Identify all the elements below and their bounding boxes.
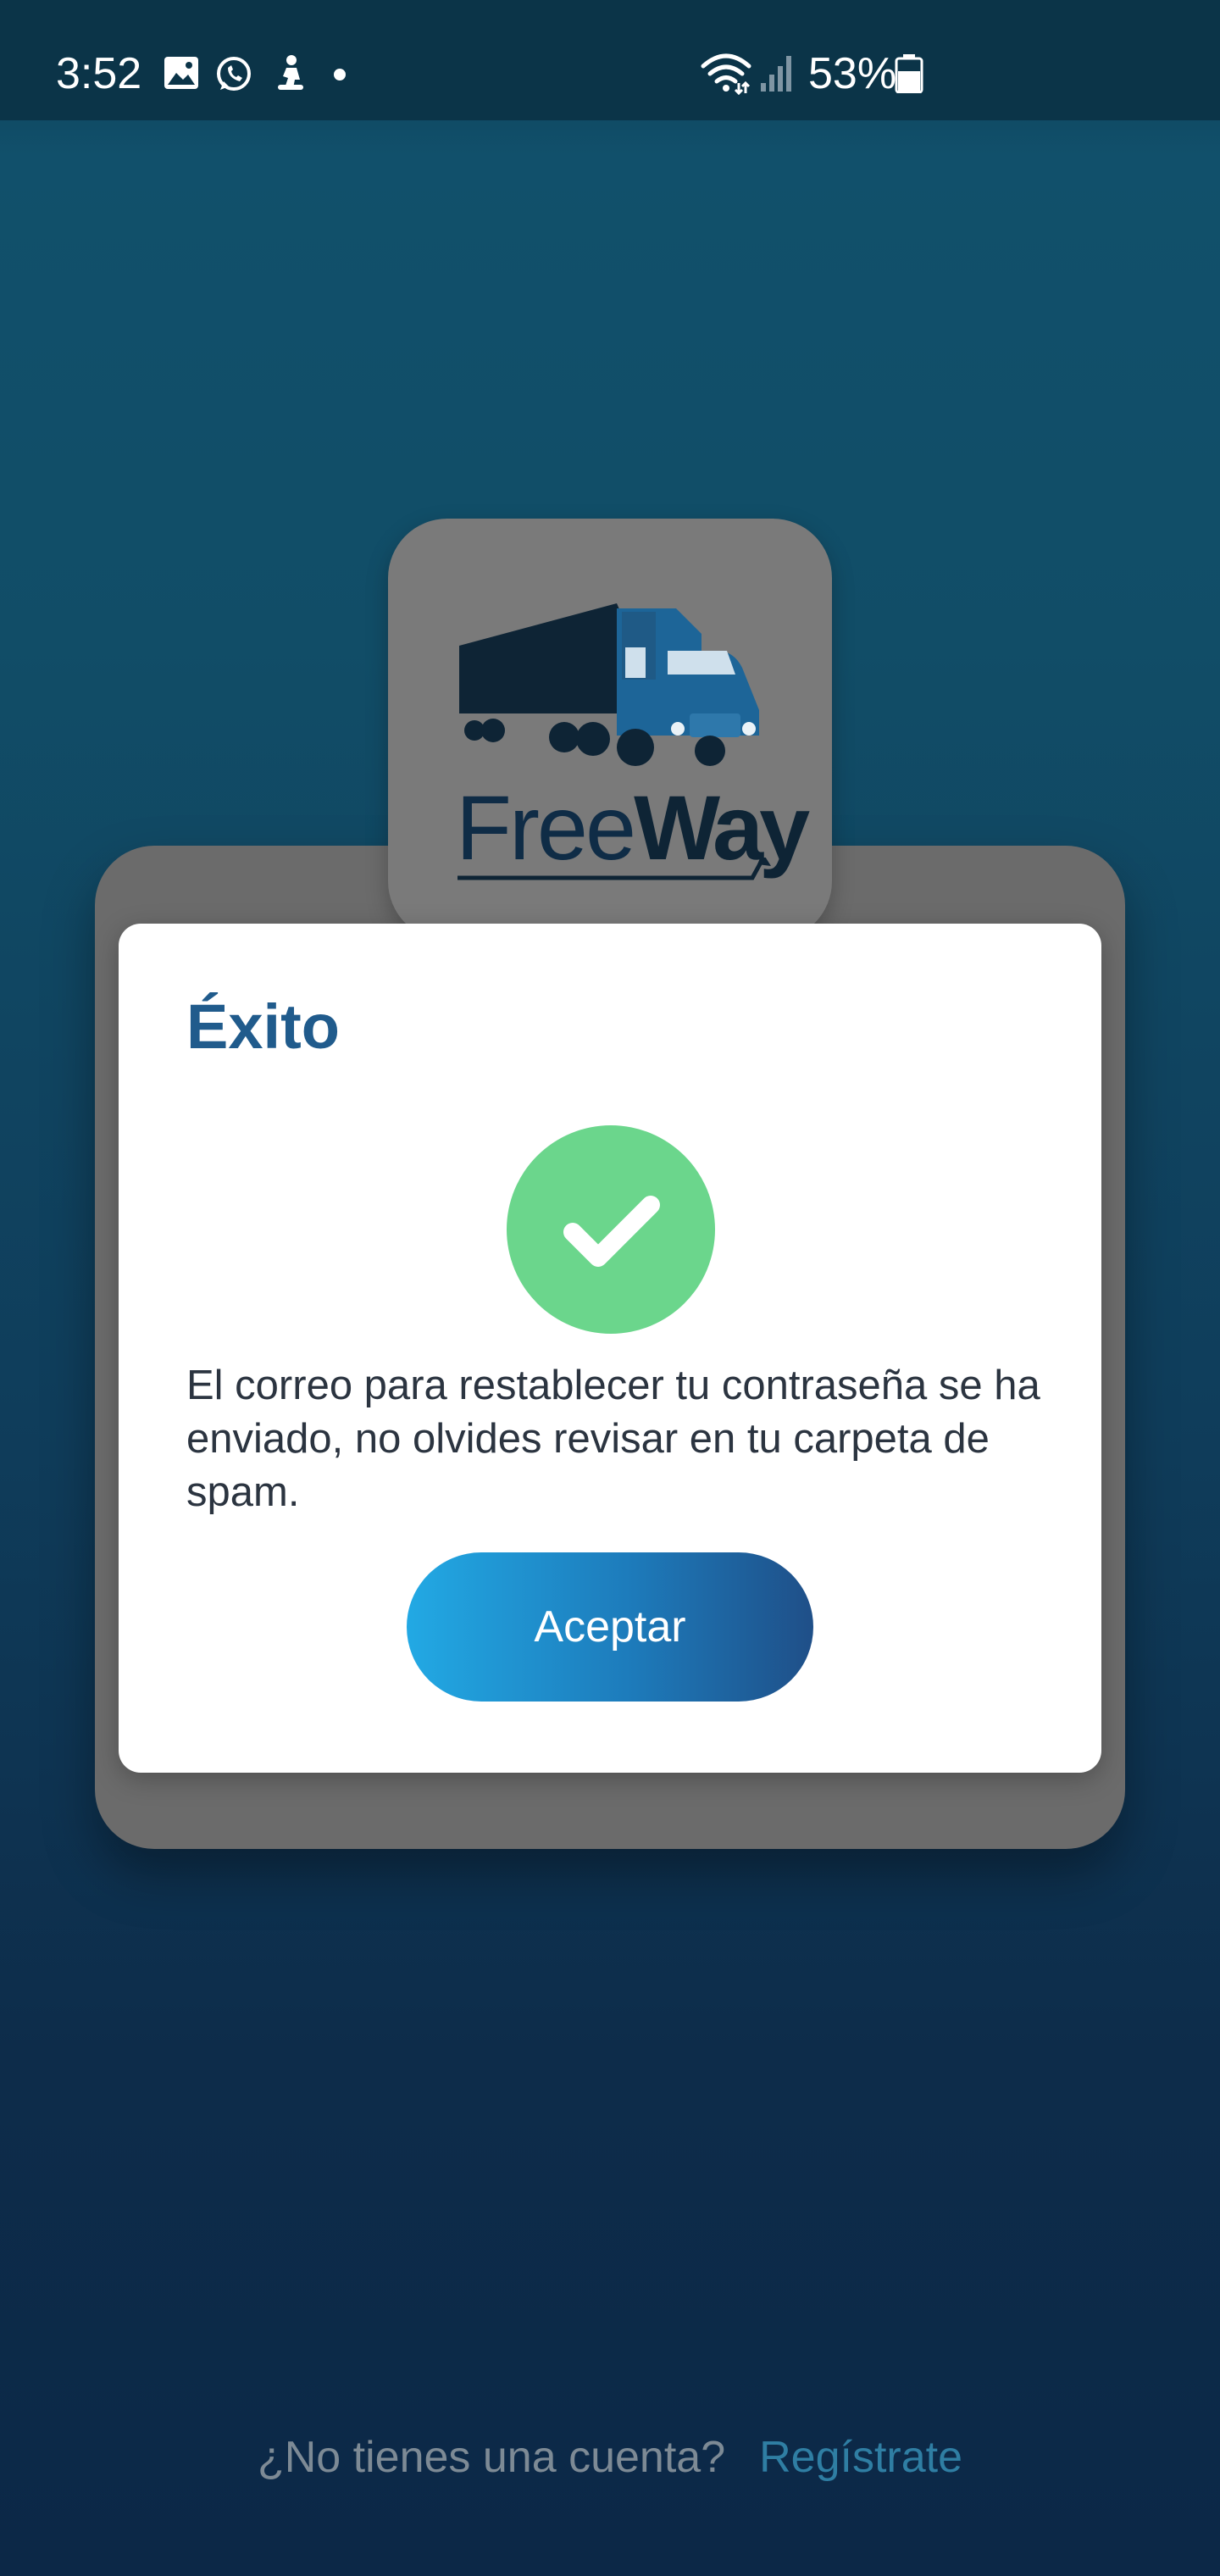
accept-button[interactable]: Aceptar: [407, 1552, 813, 1702]
success-dialog: Éxito El correo para restablecer tu cont…: [119, 924, 1101, 1773]
signal-icon: [759, 53, 795, 97]
battery-icon: [895, 54, 923, 97]
arrow-up-icon: [458, 858, 771, 880]
gallery-icon: [163, 54, 200, 96]
truck-icon: [459, 603, 759, 766]
battery-percentage: 53%: [808, 49, 897, 98]
whatsapp-icon: [214, 54, 254, 99]
wifi-icon: [700, 51, 752, 99]
status-bar: 3:52 53%: [0, 0, 1220, 120]
dot-icon: [333, 68, 347, 86]
status-time: 3:52: [56, 49, 142, 98]
no-account-text: ¿No tienes una cuenta?: [257, 2433, 726, 2482]
app-logo: FreeWay: [388, 519, 832, 941]
fitness-icon: [271, 54, 308, 99]
signup-footer: ¿No tienes una cuenta? Regístrate: [0, 2427, 1220, 2488]
success-check-icon: [507, 1125, 715, 1334]
dialog-message: El correo para restablecer tu contraseña…: [186, 1363, 1040, 1515]
register-link[interactable]: Regístrate: [759, 2433, 962, 2482]
dialog-title: Éxito: [186, 991, 340, 1062]
logo-wordmark: FreeWay: [456, 781, 810, 880]
